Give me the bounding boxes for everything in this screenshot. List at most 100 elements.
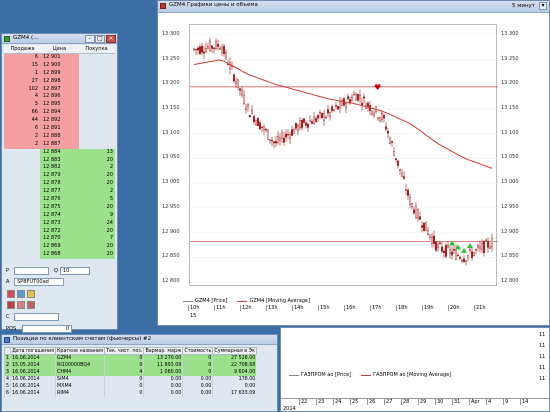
orderbook-cell-sell bbox=[4, 251, 40, 259]
candle-body bbox=[266, 129, 269, 140]
condition-select[interactable] bbox=[14, 313, 59, 321]
candle-body bbox=[272, 141, 275, 144]
orderbook-row[interactable]: 1 12 899 bbox=[4, 69, 115, 78]
y-tick-label: 13 300 bbox=[162, 30, 180, 37]
orderbook-row[interactable]: 15 12 900 bbox=[4, 61, 115, 70]
orderbook-cell-sell: 1 bbox=[4, 69, 40, 78]
orderbook-row[interactable]: 12 877 2 bbox=[4, 188, 115, 197]
col-date[interactable]: Дата погашения bbox=[10, 347, 57, 355]
candle-body bbox=[200, 46, 203, 53]
cell-name: SiM4 bbox=[55, 375, 105, 383]
maximize-button[interactable]: □ bbox=[95, 35, 105, 43]
orderbook-row[interactable]: 102 12 897 bbox=[4, 85, 115, 94]
chart2-legend-ma: ГАЗПРОМ ао [Moving Average] bbox=[361, 372, 451, 378]
orderbook-row[interactable]: 12 872 20 bbox=[4, 227, 115, 236]
orderbook-row[interactable]: 12 878 20 bbox=[4, 180, 115, 189]
orderbook-row[interactable]: 66 12 894 bbox=[4, 109, 115, 118]
orderbook-row[interactable]: 2 12 887 bbox=[4, 140, 115, 149]
candle-body bbox=[440, 246, 443, 252]
orderbook-row[interactable]: 12 873 24 bbox=[4, 219, 115, 228]
orderbook-row[interactable]: 12 869 20 bbox=[4, 243, 115, 252]
timeframe-label[interactable]: 5 минут bbox=[512, 3, 535, 9]
orderbook-titlebar[interactable]: GZM4 (... – □ × bbox=[2, 34, 117, 44]
cell-date: 16.06.2014 bbox=[10, 368, 56, 376]
chart2-y-tick: 11 bbox=[539, 354, 546, 360]
orderbook-row[interactable]: 44 12 892 bbox=[4, 117, 115, 126]
col-position[interactable]: Тек. чист. поз. bbox=[104, 347, 145, 355]
candle-body bbox=[461, 260, 464, 262]
candle-body bbox=[358, 95, 361, 99]
close-position-button[interactable] bbox=[27, 301, 35, 309]
orderbook-row[interactable]: 2 12 888 bbox=[4, 132, 115, 141]
col-name[interactable]: Краткое названия bbox=[55, 347, 106, 355]
orderbook-cell-price: 12 878 bbox=[40, 180, 79, 189]
orderbook-row[interactable]: 12 884 13 bbox=[4, 148, 115, 157]
sell-limit-button[interactable] bbox=[17, 301, 25, 309]
orderbook-row[interactable]: 27 12 898 bbox=[4, 77, 115, 86]
candle-body bbox=[296, 124, 299, 132]
chart-titlebar[interactable]: GZM4 Графики цены и объема 5 минут ▾ bbox=[158, 1, 549, 13]
minimize-button[interactable]: – bbox=[85, 35, 95, 43]
table-row[interactable]: 6 16.06.2014 RIM4 0 0.00 0.00 17 633.09 bbox=[3, 389, 257, 397]
orderbook-row[interactable]: 12 868 20 bbox=[4, 251, 115, 260]
candle-body bbox=[294, 122, 297, 129]
close-button[interactable]: × bbox=[106, 35, 116, 43]
candle-body bbox=[239, 88, 242, 91]
orderbook-cell-price: 12 879 bbox=[40, 172, 79, 181]
orderbook-cell-buy: 20 bbox=[79, 203, 115, 212]
orderbook-row[interactable]: 4 12 896 bbox=[4, 93, 115, 102]
col-total[interactable]: Суммарная в Эк bbox=[212, 347, 257, 355]
plot-area[interactable]: ♥ bbox=[189, 24, 498, 286]
chart-menu-button[interactable]: ▾ bbox=[539, 2, 547, 10]
candle-body bbox=[280, 132, 283, 139]
orderbook-cell-price: 12 899 bbox=[40, 69, 79, 78]
candle-body bbox=[330, 106, 333, 112]
y-tick-label: 13 100 bbox=[162, 129, 180, 136]
cancel-order-button[interactable] bbox=[27, 290, 35, 298]
orderbook-row[interactable]: 5 12 895 bbox=[4, 101, 115, 110]
price-field[interactable] bbox=[14, 267, 49, 275]
chart2-x-tick: 4 bbox=[486, 399, 492, 405]
candle-body bbox=[451, 251, 454, 256]
sell-market-button[interactable] bbox=[7, 301, 15, 309]
chart2-y-tick: 11 bbox=[539, 343, 546, 349]
orderbook-row[interactable]: 12 883 20 bbox=[4, 156, 115, 165]
cell-cost: 0.00 bbox=[182, 375, 213, 383]
orderbook-row[interactable]: 12 874 9 bbox=[4, 211, 115, 220]
cell-sum: 178.00 bbox=[212, 375, 257, 383]
table-row[interactable]: 3 16.06.2014 CHM4 4 1 080.00 0 9 604.00 bbox=[3, 368, 257, 376]
candle-body bbox=[370, 111, 373, 115]
orderbook-cell-sell bbox=[4, 243, 40, 251]
chart2-x-axis[interactable]: 2014 22 23 24 25 26 27 28 29 30 31 Apr 4 9 14 bbox=[281, 398, 549, 412]
candle-body bbox=[326, 109, 329, 114]
col-varmargin[interactable]: Вармар. марж bbox=[143, 347, 184, 355]
candle-body bbox=[310, 121, 313, 124]
cell-cost: 0 bbox=[182, 361, 213, 369]
quantity-field[interactable]: 10 bbox=[60, 267, 90, 275]
candle-body bbox=[314, 118, 317, 122]
account-select[interactable]: SPBFUT00ad bbox=[14, 278, 64, 286]
positions-titlebar[interactable]: Позиции по клиентским счетам (фьючерсы) … bbox=[2, 335, 277, 345]
candle-body bbox=[260, 126, 263, 128]
legend-ma-label: GZM4 [Moving Average] bbox=[249, 298, 310, 304]
orderbook-row[interactable]: 12 870 7 bbox=[4, 235, 115, 244]
orderbook-cell-buy bbox=[79, 93, 115, 101]
table-row[interactable]: 4 16.06.2014 SiM4 0 0.00 0.00 178.00 bbox=[3, 375, 257, 383]
orderbook-row[interactable]: 6 12 901 bbox=[4, 54, 115, 62]
candle-body bbox=[467, 255, 470, 258]
buy-button[interactable] bbox=[17, 290, 25, 298]
orderbook-row[interactable]: 6 12 891 bbox=[4, 125, 115, 133]
position-field[interactable]: 0 bbox=[22, 325, 72, 333]
orderbook-row[interactable]: 12 882 2 bbox=[4, 164, 115, 173]
sell-button[interactable] bbox=[7, 290, 15, 298]
table-row[interactable]: 1 16.06.2014 GZM4 0 13 270.00 0 27 528.00 bbox=[3, 354, 257, 362]
x-axis[interactable]: 15 10h 11h 12h 13h 14h 15h 16h 17h 18h 19h 20h 21h bbox=[188, 305, 498, 321]
col-cost[interactable]: Стоимость bbox=[182, 347, 214, 355]
orderbook-row[interactable]: 12 876 5 bbox=[4, 196, 115, 204]
candle-body bbox=[225, 52, 228, 58]
orderbook-row[interactable]: 12 875 20 bbox=[4, 203, 115, 212]
table-row[interactable]: 5 16.06.2014 MXM4 0 0.00 0.00 0.00 bbox=[3, 382, 257, 390]
table-row[interactable]: 2 15.05.2014 RI100000BQ4 0 11 993.09 0 22 708.… bbox=[3, 361, 257, 369]
orderbook-row[interactable]: 12 879 20 bbox=[4, 172, 115, 181]
y-tick-label: 13 200 bbox=[162, 80, 180, 87]
